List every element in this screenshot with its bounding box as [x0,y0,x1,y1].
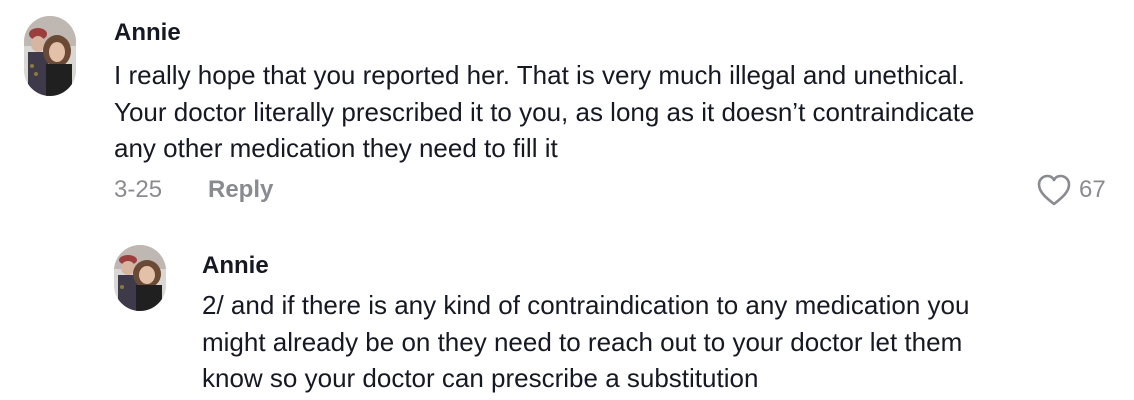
comment-meta: 3-25 Reply [114,173,273,207]
reply-button[interactable]: Reply [208,173,273,207]
comment-username[interactable]: Annie [114,18,181,48]
commenter-avatar[interactable] [24,16,76,96]
comment-text: I really hope that you reported her. Tha… [114,57,974,167]
like-count: 67 [1079,176,1106,203]
reply-text-line: know so your doctor can prescribe a subs… [202,363,759,393]
reply-text-line: might already be on they need to reach o… [202,326,963,357]
avatar-photo-icon [114,245,166,311]
comment-text-line: Your doctor literally prescribed it to y… [114,96,975,127]
reply-username[interactable]: Annie [202,251,269,281]
comment-date: 3-25 [114,176,163,203]
like-button[interactable]: 67 [1036,172,1106,208]
reply-text: 2/ and if there is any kind of contraind… [202,287,969,397]
heart-outline-icon [1037,174,1071,206]
reply-avatar[interactable] [114,245,166,311]
avatar-photo-icon [24,16,76,96]
reply-text-line: 2/ and if there is any kind of contraind… [202,290,970,320]
comment-text-line: I really hope that you reported her. Tha… [114,60,965,90]
comment-text-line: any other medication they need to fill i… [114,133,558,163]
